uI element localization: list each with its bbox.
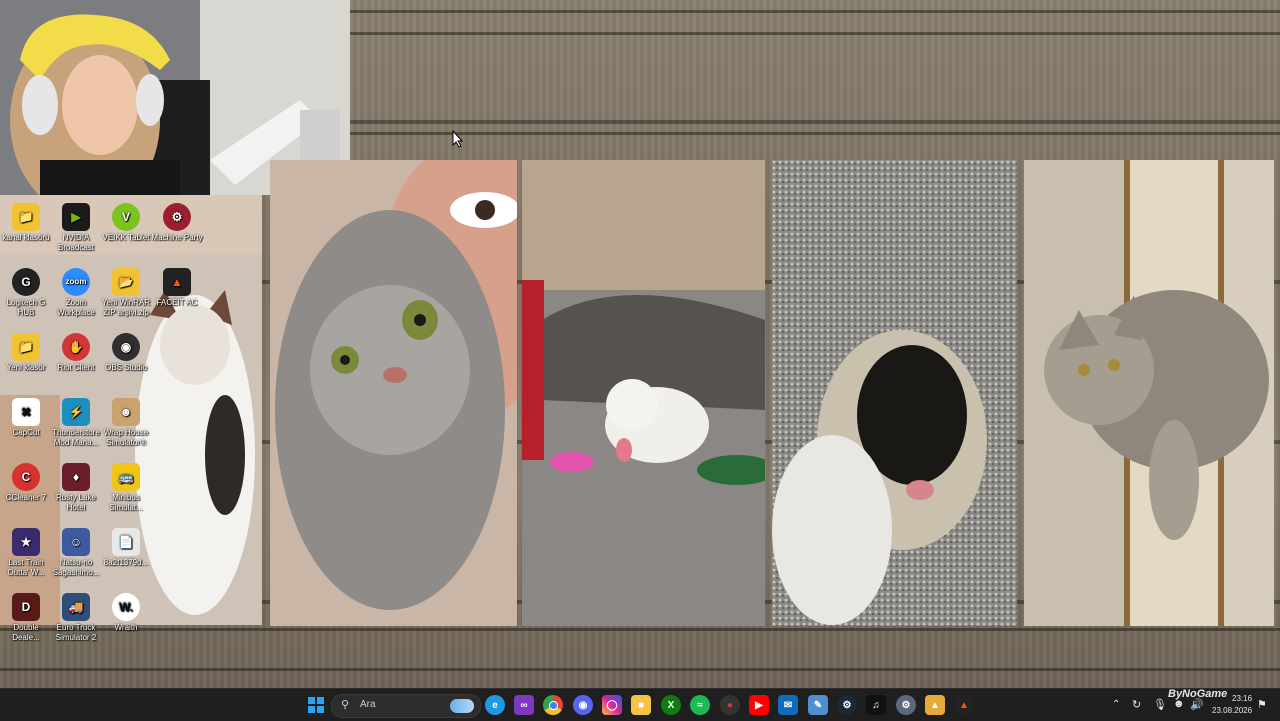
chrome-icon[interactable] [543,695,563,715]
thunderstore-icon: ⚡ [62,398,90,426]
search-icon: ⚲ [341,699,350,711]
natsu-icon: ☺ [62,528,90,556]
tiktok-icon[interactable]: ♫ [866,695,886,715]
photo-cat-on-rug [1024,160,1274,626]
riot-client-icon: ✋ [62,333,90,361]
tray-mic-icon[interactable]: 🎙 [1153,698,1167,711]
desktop-icon-machine-party[interactable]: ⚙ Machine Party [151,203,203,243]
riot-taskbar-icon[interactable]: ● [720,695,740,715]
capcut-icon: ✖ [12,398,40,426]
visual-studio-icon[interactable]: ∞ [514,695,534,715]
zoom-icon: zoom [62,268,90,296]
faceit-taskbar-icon[interactable]: ▲ [954,695,974,715]
settings-gear-icon[interactable]: ⚙ [896,695,916,715]
youtube-icon[interactable]: ▶ [749,695,769,715]
tray-notification-bell-icon[interactable]: ⚑ [1257,698,1267,711]
search-placeholder: Ara [360,699,376,710]
xbox-icon[interactable]: X [661,695,681,715]
folder-icon: 📁 [12,333,40,361]
faceit-icon: ▲ [163,268,191,296]
desktop-icon-winrar-zip[interactable]: 📂 Yeni WinRAR ZIP arşivi.zip [100,268,152,318]
nvidia-broadcast-icon: ▶ [62,203,90,231]
ccleaner-icon: C [12,463,40,491]
taskbar-search-box[interactable]: ⚲ Ara [331,694,481,718]
tray-date[interactable]: 23.08.2026 [1212,706,1252,715]
euro-truck-icon: 🚚 [62,593,90,621]
desktop-icon-capcut[interactable]: ✖ CapCut [0,398,52,438]
windows-start-icon[interactable] [306,695,326,715]
edge-icon[interactable]: e [485,695,505,715]
photo-white-dog [522,160,765,626]
desktop-icon-kanal-klasoru[interactable]: 📁 kanal klasörü [0,203,52,243]
plank-seam [350,32,1280,35]
file-explorer-icon[interactable]: ■ [631,695,651,715]
file-icon: 📄 [112,528,140,556]
tray-network-icon[interactable]: ↻ [1132,698,1141,711]
search-highlight-icon [450,699,474,713]
tray-chevron-up-icon[interactable]: ⌃ [1112,699,1120,710]
desktop-icon-logitech-g-hub[interactable]: G Logitech G HUB [0,268,52,318]
desktop-icon-last-train[interactable]: ★ Last Train Outta' W... [0,528,52,578]
desktop-icon-natsu-no-sagashimono[interactable]: ☺ Natsu-no Sagashimo... [50,528,102,578]
plank-seam [350,10,1280,13]
plank-seam [350,132,1280,135]
desktop-icon-rusty-lake-hotel[interactable]: ♦ Rusty Lake Hotel [50,463,102,513]
minibus-icon: 🚌 [112,463,140,491]
obs-icon: ◉ [112,333,140,361]
desktop-icon-zoom-workplace[interactable]: zoom Zoom Workplace [50,268,102,318]
machine-party-icon: ⚙ [163,203,191,231]
instagram-icon[interactable]: ◯ [602,695,622,715]
desktop-icon-wrap-house-simulator[interactable]: ☻ Wrap House Simulator® [100,398,152,448]
desktop-icon-euro-truck-simulator-2[interactable]: 🚚 Euro Truck Simulator 2 [50,593,102,643]
wraith-icon: W. [112,593,140,621]
mouse-cursor-icon [452,130,464,148]
desktop-icon-yeni-klasor[interactable]: 📁 Yeni klasör [0,333,52,373]
desktop-icon-obs-studio[interactable]: ◉ OBS Studio [100,333,152,373]
taskbar: ⚲ Ara e ∞ ◉ ◯ ■ X ≈ ● ▶ ✉ ✎ ⚙ ♫ ⚙ ▲ ▲ ⌃ … [0,688,1280,721]
desktop-icon-wraith[interactable]: W. Wraith [100,593,152,633]
wrap-house-icon: ☻ [112,398,140,426]
desktop-icon-veikk-tablet[interactable]: V VEIKK Tablet [100,203,152,243]
plank-seam [0,668,1280,671]
desktop-icon-faceit-ac[interactable]: ▲ FACEIT AC [151,268,203,308]
app-yellow-icon[interactable]: ▲ [925,695,945,715]
desktop-icon-riot-client[interactable]: ✋ Riot Client [50,333,102,373]
photo-cat-tabby-selfie [270,160,517,626]
discord-icon[interactable]: ◉ [573,695,593,715]
tray-time[interactable]: 23:16 [1232,694,1252,703]
plank-seam [0,628,1280,631]
desktop-icon-file-8a2f[interactable]: 📄 8a2f1379d... [100,528,152,568]
desktop-icon-nvidia-broadcast[interactable]: ▶ NVIDIA Broadcast [50,203,102,253]
desktop-icon-minibus-simulator[interactable]: 🚌 Minibus Simulat... [100,463,152,513]
desktop-icon-thunderstore[interactable]: ⚡ Thunderstore Mod Mana... [50,398,102,448]
double-dealer-icon: D [12,593,40,621]
photo-black-dog [772,160,1017,626]
last-train-icon: ★ [12,528,40,556]
notepad-icon[interactable]: ✎ [808,695,828,715]
tray-brand-watermark: ByNoGame [1168,688,1228,700]
rusty-lake-icon: ♦ [62,463,90,491]
folder-icon: 📁 [12,203,40,231]
desktop-icon-ccleaner[interactable]: C CCleaner 7 [0,463,52,503]
steam-icon[interactable]: ⚙ [837,695,857,715]
folder-zip-icon: 📂 [112,268,140,296]
spotify-icon[interactable]: ≈ [690,695,710,715]
mail-icon[interactable]: ✉ [778,695,798,715]
desktop-icon-double-dealer[interactable]: D Double Deale... [0,593,52,643]
veikk-icon: V [112,203,140,231]
logitech-g-icon: G [12,268,40,296]
